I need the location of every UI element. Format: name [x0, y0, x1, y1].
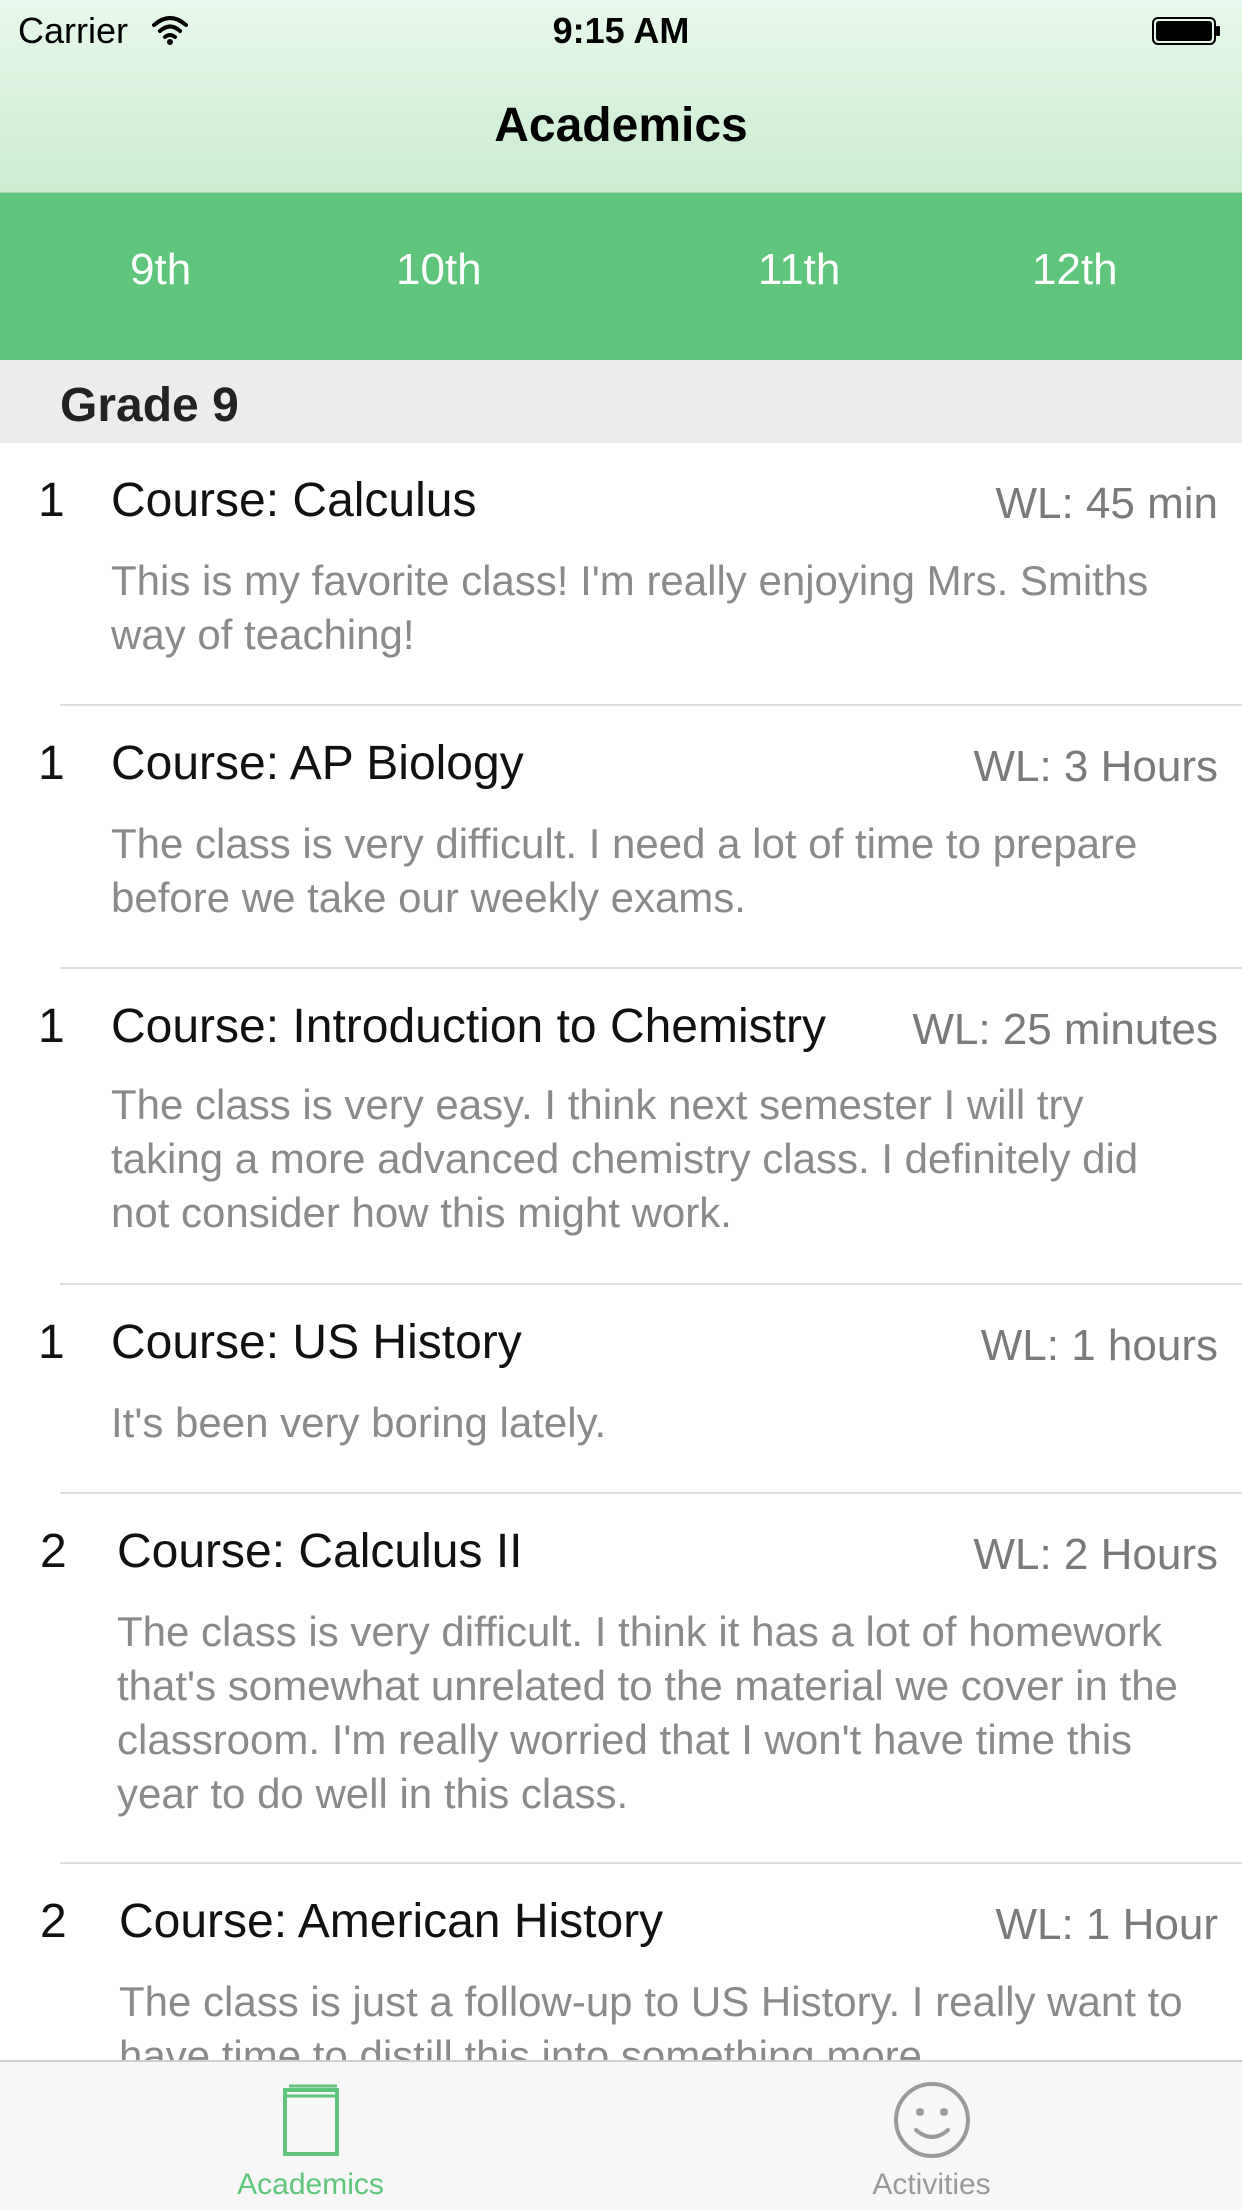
course-comment: The class is very difficult. I think it …: [117, 1608, 1178, 1817]
course-comment: The class is very difficult. I need a lo…: [111, 820, 1138, 921]
workload-label: WL: 25 minutes: [912, 1005, 1218, 1054]
tab-10th[interactable]: 10th: [396, 245, 482, 295]
course-title: Course: Introduction to Chemistry: [111, 1000, 826, 1053]
grade-tab-bar: 9th 10th 11th 12th: [0, 193, 1242, 360]
tab-activities-label: Activities: [872, 2168, 991, 2201]
course-comment: The class is just a follow-up to US Hist…: [119, 1978, 1183, 2060]
status-time: 9:15 AM: [552, 10, 690, 51]
workload-label: WL: 3 Hours: [973, 742, 1218, 791]
tab-academics[interactable]: Academics: [0, 2062, 621, 2210]
course-title: Course: Calculus: [111, 474, 477, 527]
course-number: 1: [38, 1316, 65, 1369]
course-list[interactable]: 1 Course: Calculus WL: 45 min This is my…: [0, 443, 1242, 2060]
course-number: 2: [40, 1525, 67, 1578]
page-title: Academics: [494, 99, 748, 152]
tab-activities[interactable]: Activities: [621, 2062, 1242, 2210]
workload-label: WL: 2 Hours: [973, 1530, 1218, 1579]
status-bar: Carrier 9:15 AM: [0, 0, 1242, 62]
book-icon: [282, 2084, 339, 2156]
list-item[interactable]: 1 Course: Introduction to Chemistry WL: …: [0, 969, 1242, 1285]
course-comment: The class is very easy. I think next sem…: [111, 1081, 1139, 1236]
course-title: Course: American History: [119, 1895, 664, 1948]
navigation-header: Carrier 9:15 AM Academics: [0, 0, 1242, 193]
list-item[interactable]: 1 Course: US History WL: 1 hours It's be…: [0, 1285, 1242, 1494]
course-number: 1: [38, 1000, 65, 1053]
workload-label: WL: 45 min: [995, 479, 1218, 528]
course-number: 1: [38, 737, 65, 790]
list-item[interactable]: 2 Course: American History WL: 1 Hour Th…: [0, 1864, 1242, 2060]
course-title: Course: Calculus II: [117, 1525, 523, 1578]
tab-11th[interactable]: 11th: [758, 245, 840, 295]
tab-9th[interactable]: 9th: [130, 245, 191, 295]
tab-academics-label: Academics: [237, 2168, 384, 2201]
workload-label: WL: 1 hours: [980, 1321, 1218, 1370]
bottom-tab-bar: Academics Activities: [0, 2060, 1242, 2210]
tab-12th[interactable]: 12th: [1032, 245, 1118, 295]
smiley-icon: [893, 2082, 970, 2158]
workload-label: WL: 1 Hour: [995, 1900, 1218, 1949]
battery-icon: [1152, 17, 1220, 45]
section-header: Grade 9: [0, 360, 1242, 443]
course-comment: This is my favorite class! I'm really en…: [111, 557, 1149, 658]
section-title: Grade 9: [60, 379, 239, 432]
course-number: 2: [40, 1895, 67, 1948]
course-title: Course: US History: [111, 1316, 522, 1369]
list-item[interactable]: 1 Course: Calculus WL: 45 min This is my…: [0, 443, 1242, 706]
list-item[interactable]: 2 Course: Calculus II WL: 2 Hours The cl…: [0, 1494, 1242, 1864]
list-item[interactable]: 1 Course: AP Biology WL: 3 Hours The cla…: [0, 706, 1242, 969]
course-title: Course: AP Biology: [111, 737, 524, 790]
course-comment: It's been very boring lately.: [111, 1399, 607, 1446]
course-number: 1: [38, 474, 65, 527]
